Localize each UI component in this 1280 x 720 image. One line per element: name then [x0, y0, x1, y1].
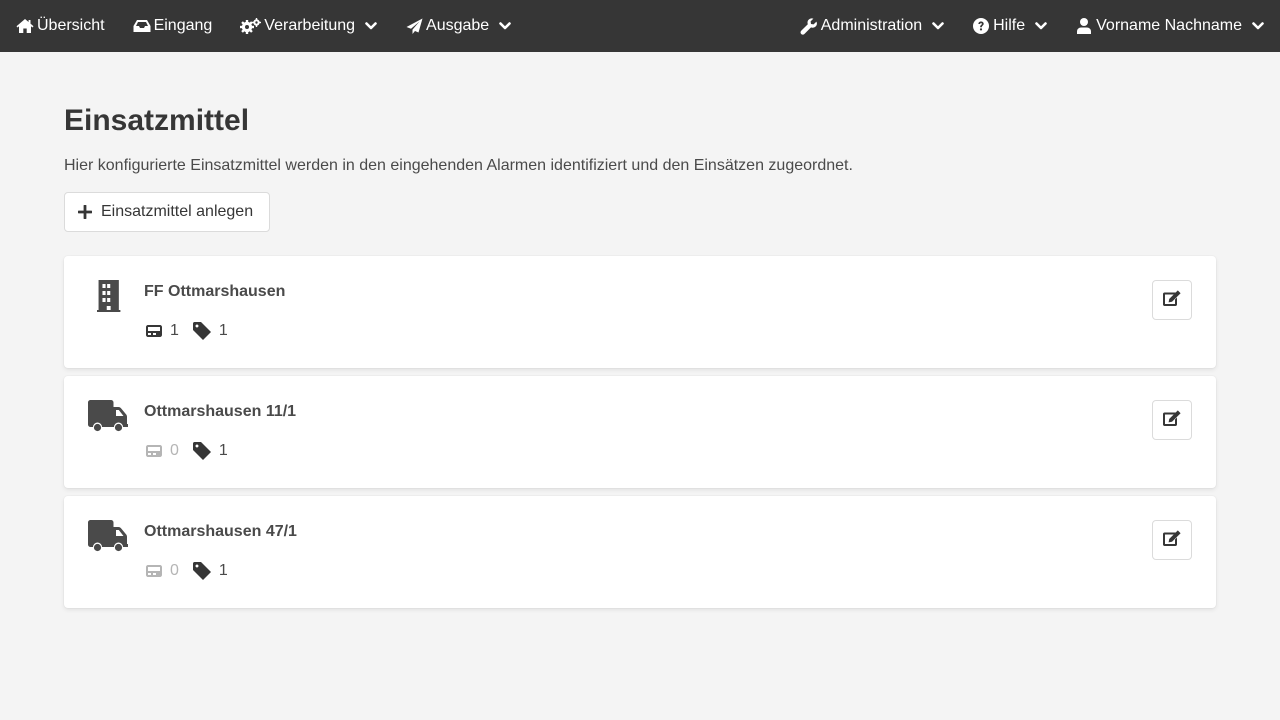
nav-label-hilfe: Hilfe — [993, 17, 1026, 34]
truck-icon — [88, 400, 128, 432]
unit-card: Ottmarshausen 47/1 0 1 — [64, 496, 1216, 608]
unit-card: FF Ottmarshausen 1 1 — [64, 256, 1216, 368]
tag-count: 1 — [218, 442, 228, 459]
question-circle-icon — [972, 17, 990, 35]
pager-count-stat: 1 — [146, 322, 179, 340]
chevron-down-icon — [1035, 22, 1047, 30]
pager-icon — [146, 325, 162, 337]
tag-count-stat: 1 — [192, 322, 228, 340]
pager-count: 0 — [170, 442, 179, 459]
user-icon — [1075, 17, 1093, 35]
pager-icon — [146, 565, 162, 577]
nav-item-hilfe[interactable]: Hilfe — [970, 0, 1049, 52]
cogs-icon — [240, 17, 262, 35]
nav-label-eingang: Eingang — [153, 17, 213, 34]
page-title: Einsatzmittel — [64, 104, 250, 137]
paper-plane-icon — [405, 17, 423, 35]
unit-name: Ottmarshausen 47/1 — [144, 523, 297, 540]
tag-count: 1 — [218, 322, 228, 339]
pager-count-stat: 0 — [146, 562, 179, 580]
chevron-down-icon — [1252, 22, 1264, 30]
nav-label-ausgabe: Ausgabe — [426, 17, 490, 34]
tag-icon — [192, 562, 211, 580]
tag-icon — [192, 322, 211, 340]
edit-icon — [1163, 529, 1181, 551]
nav-item-verarbeitung[interactable]: Verarbeitung — [238, 0, 379, 52]
edit-icon — [1163, 409, 1181, 431]
page-description: Hier konfigurierte Einsatzmittel werden … — [64, 157, 853, 174]
add-unit-button[interactable]: Einsatzmittel anlegen — [64, 192, 271, 232]
edit-unit-button[interactable] — [1152, 280, 1192, 320]
unit-stats: 0 1 — [146, 442, 228, 460]
truck-icon — [88, 520, 128, 552]
building-icon — [88, 280, 128, 312]
unit-stats: 1 1 — [146, 322, 228, 340]
nav-item-ausgabe[interactable]: Ausgabe — [403, 0, 513, 52]
nav-item-uebersicht[interactable]: Übersicht — [14, 0, 107, 52]
nav-item-user[interactable]: Vorname Nachname — [1073, 0, 1266, 52]
add-unit-button-label: Einsatzmittel anlegen — [101, 203, 254, 220]
tag-count-stat: 1 — [192, 562, 228, 580]
nav-item-administration[interactable]: Administration — [798, 0, 946, 52]
unit-stats: 0 1 — [146, 562, 228, 580]
nav-item-eingang[interactable]: Eingang — [131, 0, 215, 52]
tag-icon — [192, 442, 211, 460]
nav-label-uebersicht: Übersicht — [37, 17, 105, 34]
edit-unit-button[interactable] — [1152, 400, 1192, 440]
nav-label-verarbeitung: Verarbeitung — [264, 17, 356, 34]
nav-label-administration: Administration — [820, 17, 923, 34]
main-content: Einsatzmittel Hier konfigurierte Einsatz… — [0, 103, 1280, 608]
pager-count: 1 — [170, 322, 179, 339]
plus-icon — [78, 205, 92, 219]
inbox-icon — [133, 17, 151, 35]
nav-left: Übersicht Eingang Verarbeitung Ausgabe — [14, 0, 513, 52]
tag-count: 1 — [218, 562, 228, 579]
chevron-down-icon — [499, 22, 512, 30]
wrench-icon — [800, 17, 818, 35]
home-icon — [16, 17, 34, 35]
unit-name: Ottmarshausen 11/1 — [144, 403, 297, 420]
chevron-down-icon — [932, 22, 944, 30]
unit-list: FF Ottmarshausen 1 1 Ottmarshausen 11/1 … — [64, 256, 1216, 608]
edit-icon — [1163, 289, 1181, 311]
pager-icon — [146, 445, 162, 457]
nav-label-user: Vorname Nachname — [1096, 17, 1242, 34]
pager-count-stat: 0 — [146, 442, 179, 460]
nav-right: Administration Hilfe Vorname Nachname — [798, 0, 1266, 52]
unit-name: FF Ottmarshausen — [144, 283, 286, 300]
tag-count-stat: 1 — [192, 442, 228, 460]
top-navbar: Übersicht Eingang Verarbeitung Ausgabe A… — [0, 0, 1280, 52]
chevron-down-icon — [365, 22, 377, 30]
pager-count: 0 — [170, 562, 179, 579]
edit-unit-button[interactable] — [1152, 520, 1192, 560]
unit-card: Ottmarshausen 11/1 0 1 — [64, 376, 1216, 488]
